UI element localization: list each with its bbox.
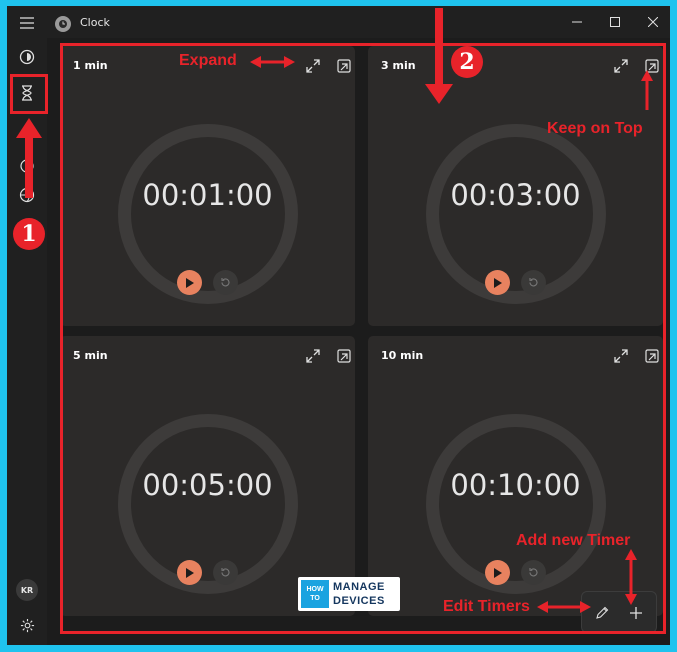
minimize-button[interactable] [557, 6, 597, 38]
progress-ring [426, 124, 606, 304]
nav-focus-sessions[interactable] [13, 43, 41, 71]
nav-world-clock[interactable] [13, 181, 41, 209]
navigation-sidebar: KR [7, 6, 47, 645]
hamburger-icon [20, 17, 34, 29]
timer-card-3[interactable]: 5 min 00:05:00 [60, 336, 355, 616]
progress-ring [118, 124, 298, 304]
maximize-icon [610, 17, 620, 27]
play-button[interactable] [177, 560, 202, 585]
reset-button[interactable] [213, 270, 238, 295]
hamburger-menu-button[interactable] [13, 9, 41, 37]
minimize-icon [572, 21, 582, 23]
nav-timer[interactable] [13, 79, 41, 107]
play-button[interactable] [485, 270, 510, 295]
timer-card-2[interactable]: 3 min 00:03:00 [368, 46, 663, 326]
keep-on-top-icon[interactable] [334, 346, 354, 366]
annotation-keep-on-top: Keep on Top [547, 120, 643, 137]
play-icon [494, 567, 502, 578]
progress-ring [118, 414, 298, 594]
how-to-manage-devices-logo: HOW TO MANAGE DEVICES [298, 577, 400, 611]
keep-on-top-icon[interactable] [334, 56, 354, 76]
annotation-add-new-timer: Add new Timer [516, 532, 631, 549]
add-timer-button[interactable] [624, 601, 648, 625]
reset-icon [221, 568, 230, 577]
timer-time: 00:03:00 [450, 178, 581, 212]
stopwatch-icon [20, 157, 34, 173]
nav-stopwatch[interactable] [13, 151, 41, 179]
close-button[interactable] [633, 6, 670, 38]
play-icon [494, 277, 502, 288]
logo-text-devices: DEVICES [333, 595, 385, 607]
maximize-button[interactable] [595, 6, 635, 38]
play-icon [186, 277, 194, 288]
reset-button[interactable] [521, 560, 546, 585]
window-title: Clock [80, 16, 110, 29]
reset-button[interactable] [521, 270, 546, 295]
timer-name: 5 min [73, 349, 108, 362]
expand-icon[interactable] [611, 56, 631, 76]
pencil-icon [596, 606, 609, 619]
focus-sessions-icon [19, 49, 35, 65]
hourglass-icon [22, 85, 32, 101]
world-clock-icon [19, 187, 35, 203]
keep-on-top-icon[interactable] [642, 56, 662, 76]
expand-icon[interactable] [303, 346, 323, 366]
logo-mark: HOW TO [301, 580, 329, 608]
timer-name: 1 min [73, 59, 108, 72]
timer-time: 00:01:00 [142, 178, 273, 212]
play-icon [186, 567, 194, 578]
title-bar: Clock [7, 6, 670, 40]
plus-icon [630, 607, 642, 619]
expand-icon[interactable] [303, 56, 323, 76]
timer-card-4[interactable]: 10 min 00:10:00 [368, 336, 663, 616]
avatar[interactable]: KR [16, 579, 38, 601]
play-button[interactable] [177, 270, 202, 295]
keep-on-top-icon[interactable] [642, 346, 662, 366]
timer-name: 10 min [381, 349, 424, 362]
edit-timers-button[interactable] [590, 601, 614, 625]
clock-app-icon [55, 16, 71, 32]
logo-text-manage: MANAGE [333, 581, 385, 593]
settings-button[interactable] [13, 611, 41, 639]
close-icon [648, 17, 658, 27]
expand-icon[interactable] [611, 346, 631, 366]
annotation-edit-timers: Edit Timers [443, 598, 530, 615]
reset-icon [221, 278, 230, 287]
timer-card-1[interactable]: 1 min 00:01:00 [60, 46, 355, 326]
step-1-badge: 1 [13, 218, 45, 250]
timer-action-bar [581, 591, 657, 633]
timer-name: 3 min [381, 59, 416, 72]
progress-ring [426, 414, 606, 594]
annotation-expand: Expand [179, 52, 237, 69]
reset-icon [529, 278, 538, 287]
gear-icon [20, 618, 34, 632]
reset-button[interactable] [213, 560, 238, 585]
timer-time: 00:10:00 [450, 468, 581, 502]
play-button[interactable] [485, 560, 510, 585]
reset-icon [529, 568, 538, 577]
step-2-badge: 2 [451, 46, 483, 78]
timer-time: 00:05:00 [142, 468, 273, 502]
